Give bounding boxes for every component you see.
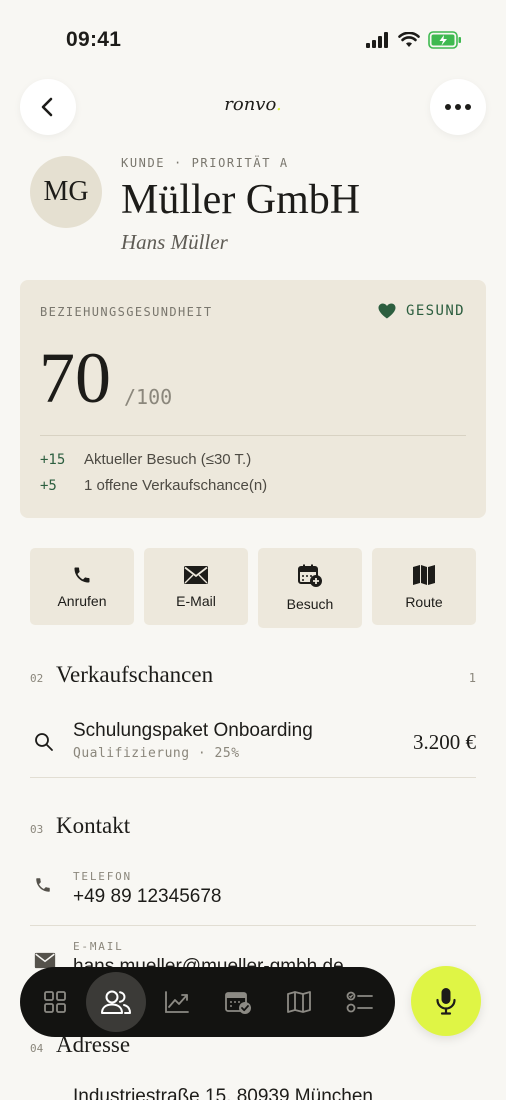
- section-title: Kontakt: [56, 813, 131, 838]
- quick-actions: Anrufen E-Mail Besuch Route: [30, 548, 476, 628]
- phone-icon: [74, 567, 90, 582]
- bottom-nav: [20, 967, 395, 1037]
- health-status-badge: GESUND: [378, 303, 465, 319]
- section-number: 02: [30, 672, 44, 685]
- wifi-icon: [398, 32, 420, 47]
- health-factor: +5 1 offene Verkaufschance(n): [40, 477, 267, 494]
- brand-name: ronvo: [224, 94, 276, 115]
- visit-button[interactable]: Besuch: [258, 548, 362, 628]
- email-button[interactable]: E-Mail: [144, 548, 248, 625]
- divider: [40, 435, 466, 436]
- heart-icon: [378, 303, 396, 319]
- phone-row[interactable]: TELEFON +49 89 12345678: [30, 870, 476, 926]
- grid-icon: [44, 991, 66, 1013]
- health-factor: +15 Aktueller Besuch (≤30 T.): [40, 451, 251, 468]
- factor-text: Aktueller Besuch (≤30 T.): [84, 451, 252, 468]
- phone-value: +49 89 12345678: [73, 886, 222, 907]
- signal-icon: [366, 32, 388, 48]
- checklist-icon: [346, 991, 373, 1013]
- status-bar: 09:41: [0, 0, 506, 80]
- chart-icon: [165, 991, 189, 1013]
- opportunity-meta: Qualifizierung · 25%: [73, 746, 240, 761]
- health-score-max: /100: [124, 385, 173, 409]
- nav-tasks[interactable]: [330, 972, 390, 1032]
- health-status-text: GESUND: [406, 303, 465, 319]
- contact-section-header: 03 Kontakt: [30, 813, 476, 839]
- opportunity-value: 3.200 €: [413, 730, 476, 754]
- action-label: E-Mail: [176, 592, 216, 609]
- factor-delta: +5: [40, 478, 57, 494]
- section-title: Verkaufschancen: [56, 662, 214, 687]
- action-label: Anrufen: [57, 592, 107, 609]
- nav-analytics[interactable]: [147, 972, 207, 1032]
- contact-person: Hans Müller: [121, 230, 228, 254]
- phone-label: TELEFON: [73, 870, 132, 883]
- opportunity-row[interactable]: Schulungspaket Onboarding Qualifizierung…: [30, 718, 476, 778]
- battery-icon: [428, 31, 461, 49]
- search-icon: [35, 733, 53, 751]
- nav-calendar[interactable]: [208, 972, 268, 1032]
- health-label: BEZIEHUNGSGESUNDHEIT: [40, 305, 213, 319]
- calendar-add-icon: [298, 564, 322, 587]
- more-icon: [445, 104, 471, 110]
- nav-map[interactable]: [269, 972, 329, 1032]
- more-button[interactable]: [430, 79, 486, 135]
- map-icon: [413, 564, 435, 585]
- factor-delta: +15: [40, 452, 66, 468]
- nav-dashboard[interactable]: [25, 972, 85, 1032]
- health-card: BEZIEHUNGSGESUNDHEIT GESUND 70 /100 +15 …: [20, 280, 486, 518]
- health-score: 70: [39, 338, 111, 418]
- calendar-check-icon: [225, 992, 251, 1014]
- mail-icon: [184, 565, 208, 584]
- status-time: 09:41: [66, 28, 122, 51]
- brand-dot: .: [276, 94, 282, 115]
- section-number: 03: [30, 823, 44, 836]
- address-row[interactable]: Industriestraße 15, 80939 München: [30, 1086, 476, 1100]
- call-button[interactable]: Anrufen: [30, 548, 134, 625]
- opportunity-title: Schulungspaket Onboarding: [73, 720, 313, 741]
- opportunities-section-header: 02 Verkaufschancen 1: [30, 662, 476, 688]
- phone-icon: [36, 878, 50, 892]
- address-value: Industriestraße 15, 80939 München: [73, 1086, 373, 1100]
- route-button[interactable]: Route: [372, 548, 476, 625]
- factor-text: 1 offene Verkaufschance(n): [84, 477, 268, 494]
- people-icon: [101, 990, 131, 1014]
- action-label: Route: [405, 593, 443, 610]
- status-icons: [366, 31, 462, 49]
- voice-input-button[interactable]: [411, 966, 481, 1036]
- nav-customers[interactable]: [86, 972, 146, 1032]
- section-number: 04: [30, 1042, 44, 1055]
- customer-eyebrow: KUNDE · PRIORITÄT A: [121, 156, 289, 170]
- avatar: MG: [30, 156, 102, 228]
- email-label: E-MAIL: [73, 940, 124, 953]
- section-count: 1: [468, 671, 476, 685]
- microphone-icon: [436, 988, 456, 1015]
- action-label: Besuch: [286, 596, 334, 612]
- page-title: Müller GmbH: [121, 177, 361, 223]
- map-icon: [287, 991, 311, 1013]
